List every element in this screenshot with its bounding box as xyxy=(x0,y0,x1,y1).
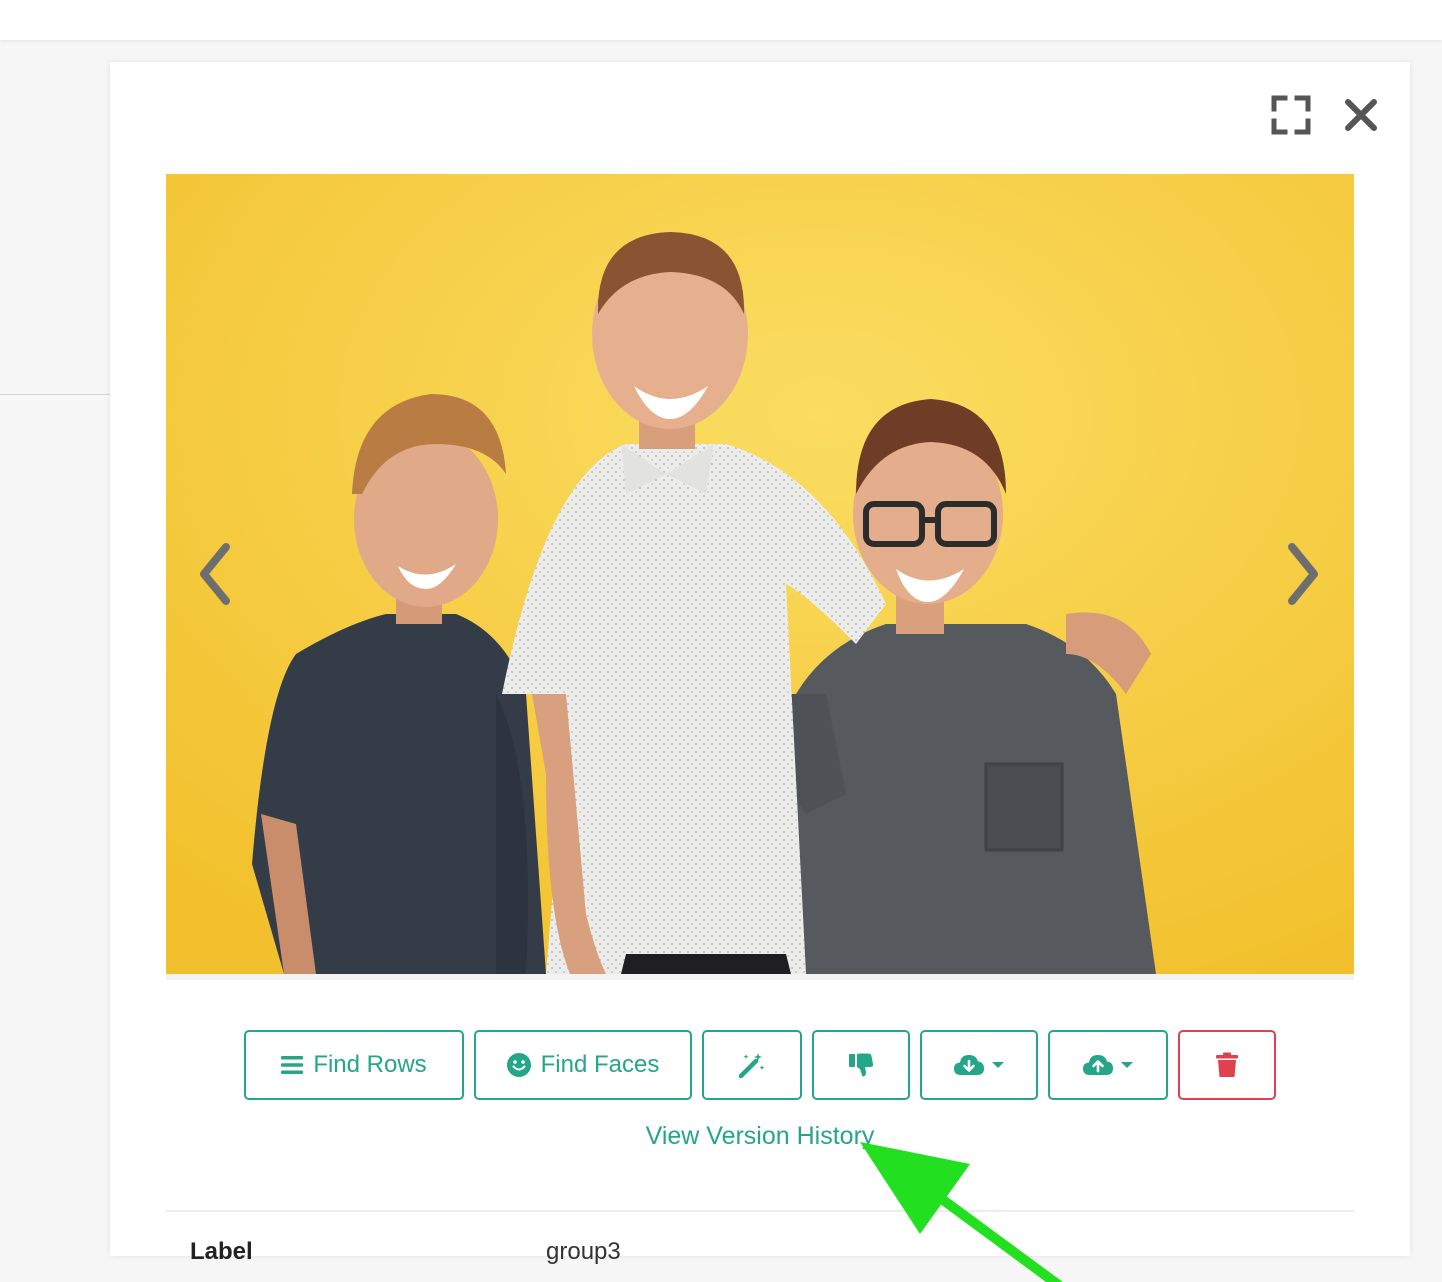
cloud-download-icon xyxy=(954,1055,984,1075)
list-icon xyxy=(281,1056,304,1074)
next-image-button[interactable] xyxy=(1280,539,1326,609)
cloud-upload-icon xyxy=(1083,1055,1113,1075)
find-rows-button[interactable]: Find Rows xyxy=(244,1030,464,1100)
details-separator xyxy=(166,1210,1354,1212)
find-rows-label: Find Rows xyxy=(313,1051,427,1078)
delete-button[interactable] xyxy=(1178,1030,1276,1100)
magic-wand-icon xyxy=(738,1053,765,1079)
thumbs-down-icon xyxy=(849,1053,874,1077)
annotation-arrow xyxy=(860,1142,1063,1282)
upload-dropdown-button[interactable] xyxy=(1048,1030,1168,1100)
previous-image-button[interactable] xyxy=(192,539,238,609)
chevron-right-icon xyxy=(1288,543,1318,605)
photo-frame xyxy=(166,174,1354,974)
close-icon xyxy=(1345,99,1377,131)
expand-icon xyxy=(1271,95,1311,135)
download-dropdown-button[interactable] xyxy=(920,1030,1038,1100)
find-faces-label: Find Faces xyxy=(540,1051,660,1078)
trash-icon xyxy=(1216,1052,1238,1077)
caret-down-icon xyxy=(992,1062,1004,1068)
background-divider xyxy=(0,394,110,395)
view-version-history-link[interactable]: View Version History xyxy=(510,1122,1010,1151)
expand-button[interactable] xyxy=(1271,95,1311,135)
image-viewer-modal: Find Rows Find Faces View Version Histor… xyxy=(110,62,1410,1282)
caret-down-icon xyxy=(1121,1062,1133,1068)
top-bar xyxy=(0,0,1442,40)
thumbs-down-button[interactable] xyxy=(812,1030,910,1100)
photo-underline xyxy=(166,974,1354,980)
close-button[interactable] xyxy=(1343,97,1379,133)
property-label-key: Label xyxy=(190,1238,253,1265)
smile-icon xyxy=(506,1053,531,1077)
find-faces-button[interactable]: Find Faces xyxy=(474,1030,692,1100)
photo-image xyxy=(166,174,1354,974)
property-label-value: group3 xyxy=(546,1238,621,1265)
chevron-left-icon xyxy=(200,543,230,605)
magic-wand-button[interactable] xyxy=(702,1030,802,1100)
